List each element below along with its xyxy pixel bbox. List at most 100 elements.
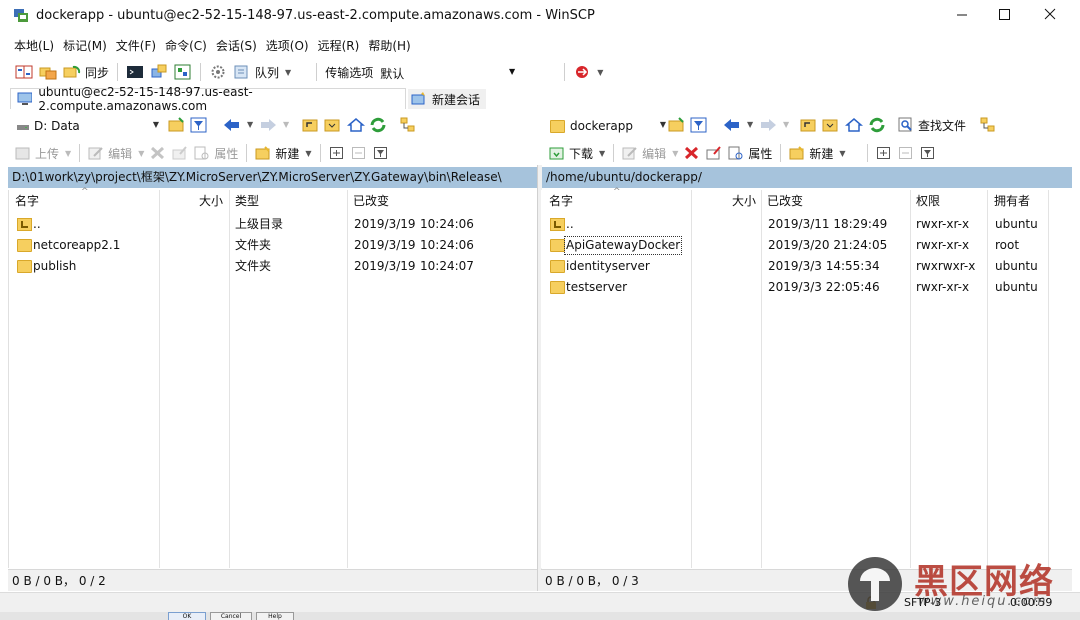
- upload-button[interactable]: 上传 ▼: [12, 142, 74, 164]
- column-header-size[interactable]: 大小: [732, 190, 756, 212]
- local-new-button[interactable]: 新建 ▼: [252, 142, 314, 164]
- remote-select-all-button[interactable]: [873, 142, 895, 164]
- remote-properties-button[interactable]: 属性: [725, 142, 775, 164]
- column-header-owner[interactable]: 拥有者: [994, 190, 1030, 212]
- table-row[interactable]: identityserver 2019/3/3 14:55:34 rwxrwxr…: [541, 256, 1072, 277]
- tree-view-icon[interactable]: [980, 117, 998, 133]
- local-filter-button[interactable]: [370, 142, 392, 164]
- local-properties-button[interactable]: 属性: [191, 142, 241, 164]
- remote-edit-button[interactable]: 编辑 ▼: [619, 142, 681, 164]
- menu-help[interactable]: 帮助(H): [368, 37, 410, 54]
- sync-icon: [63, 65, 81, 78]
- minimize-button[interactable]: [950, 4, 974, 26]
- local-select-all-button[interactable]: [326, 142, 348, 164]
- menu-options[interactable]: 选项(O): [266, 37, 309, 54]
- tree-view-icon[interactable]: [400, 117, 418, 133]
- filter-icon: [920, 147, 934, 159]
- download-button[interactable]: 下载 ▼: [546, 142, 608, 164]
- menu-bar: 本地(L) 标记(M) 文件(F) 命令(C) 会话(S) 选项(O) 远程(R…: [0, 34, 1080, 56]
- remote-file-list[interactable]: 名字 ^ 大小 已改变 权限 拥有者 .. 2019/3/11 18:29:49…: [541, 187, 1072, 568]
- menu-file[interactable]: 文件(F): [116, 37, 156, 54]
- toolbar-separator: [866, 144, 868, 162]
- back-icon[interactable]: [222, 117, 242, 133]
- filter-icon[interactable]: [190, 117, 208, 133]
- local-unselect-button[interactable]: [348, 142, 370, 164]
- chevron-down-icon[interactable]: ▼: [247, 120, 253, 129]
- putty-button[interactable]: [147, 61, 171, 83]
- remote-folder-select[interactable]: dockerapp ▼: [546, 116, 666, 136]
- remote-rename-button[interactable]: [703, 142, 725, 164]
- local-delete-button[interactable]: [147, 142, 169, 164]
- upload-icon: [15, 147, 30, 160]
- column-header-changed[interactable]: 已改变: [353, 190, 389, 212]
- root-dir-icon[interactable]: [324, 117, 342, 133]
- local-path-bar[interactable]: D:\01work\zy\project\框架\ZY.MicroServer\Z…: [8, 167, 537, 188]
- transfer-preset-select[interactable]: 默认 ▼: [378, 62, 518, 82]
- open-folder-icon[interactable]: [168, 117, 186, 133]
- column-header-name[interactable]: 名字: [15, 190, 39, 212]
- table-row[interactable]: ApiGatewayDocker 2019/3/20 21:24:05 rwxr…: [541, 235, 1072, 256]
- sync-button[interactable]: 同步: [60, 61, 112, 83]
- menu-remote[interactable]: 远程(R): [318, 37, 360, 54]
- cancel-button[interactable]: Cancel: [210, 612, 252, 620]
- chevron-down-icon[interactable]: ▼: [747, 120, 753, 129]
- column-header-rights[interactable]: 权限: [916, 190, 940, 212]
- forward-icon[interactable]: [758, 117, 778, 133]
- root-dir-icon[interactable]: [822, 117, 840, 133]
- file-name: identityserver: [566, 259, 650, 273]
- local-rename-button[interactable]: [169, 142, 191, 164]
- remote-filter-button[interactable]: [917, 142, 939, 164]
- menu-local[interactable]: 本地(L): [14, 37, 54, 54]
- download-label: 下载: [569, 146, 594, 161]
- minus-box-icon: [898, 147, 912, 159]
- column-header-name[interactable]: 名字: [549, 190, 573, 212]
- local-file-list[interactable]: 名字 ^ 大小 类型 已改变 .. 上级目录 2019/3/19 10:24:0…: [8, 187, 538, 568]
- sync-browse-button[interactable]: [36, 61, 60, 83]
- queue-button[interactable]: 队列 ▼: [230, 61, 294, 83]
- column-header-changed[interactable]: 已改变: [767, 190, 803, 212]
- ok-button[interactable]: OK: [168, 612, 206, 620]
- transfer-settings-button[interactable]: ▼: [570, 61, 606, 83]
- refresh-icon[interactable]: [369, 117, 387, 133]
- table-row[interactable]: publish 文件夹 2019/3/19 10:24:07: [9, 256, 538, 277]
- column-header-size[interactable]: 大小: [199, 190, 223, 212]
- table-row[interactable]: netcoreapp2.1 文件夹 2019/3/19 10:24:06: [9, 235, 538, 256]
- queue-settings-button[interactable]: [206, 61, 230, 83]
- terminal-button[interactable]: [123, 61, 147, 83]
- table-row[interactable]: .. 上级目录 2019/3/19 10:24:06: [9, 214, 538, 235]
- remote-new-label: 新建: [809, 146, 834, 161]
- forward-icon[interactable]: [258, 117, 278, 133]
- local-drive-select[interactable]: D: Data ▼: [12, 116, 163, 136]
- refresh-icon[interactable]: [868, 117, 886, 133]
- compare-dirs-button[interactable]: [12, 61, 36, 83]
- home-icon[interactable]: [346, 117, 366, 133]
- parent-dir-icon[interactable]: [800, 117, 818, 133]
- maximize-button[interactable]: [992, 4, 1016, 26]
- remote-delete-button[interactable]: [681, 142, 703, 164]
- watermark: 黑区网络 www.heiqu.com: [846, 552, 1076, 616]
- toolbar-separator: [200, 63, 202, 81]
- open-folder-icon[interactable]: [668, 117, 686, 133]
- preferences-button[interactable]: [171, 61, 195, 83]
- find-files-button[interactable]: 查找文件: [898, 115, 966, 135]
- parent-dir-icon[interactable]: [302, 117, 320, 133]
- remote-path-bar[interactable]: /home/ubuntu/dockerapp/: [541, 167, 1072, 188]
- home-icon[interactable]: [844, 117, 864, 133]
- remote-unselect-button[interactable]: [895, 142, 917, 164]
- table-row[interactable]: testserver 2019/3/3 22:05:46 rwxr-xr-x u…: [541, 277, 1072, 298]
- main-toolbar: 同步 队列 ▼ 传输选项 默认 ▼ ▼: [12, 60, 1072, 84]
- menu-mark[interactable]: 标记(M): [63, 37, 107, 54]
- remote-new-button[interactable]: 新建 ▼: [786, 142, 848, 164]
- filter-icon[interactable]: [690, 117, 708, 133]
- back-icon[interactable]: [722, 117, 742, 133]
- file-name: ..: [33, 217, 41, 231]
- new-session-tab[interactable]: 新建会话: [408, 89, 486, 109]
- column-header-type[interactable]: 类型: [235, 190, 259, 212]
- help-button[interactable]: Help: [256, 612, 294, 620]
- table-row[interactable]: .. 2019/3/11 18:29:49 rwxr-xr-x ubuntu: [541, 214, 1072, 235]
- local-edit-button[interactable]: 编辑 ▼: [85, 142, 147, 164]
- close-button[interactable]: [1038, 4, 1062, 26]
- session-tab[interactable]: ubuntu@ec2-52-15-148-97.us-east-2.comput…: [10, 85, 406, 113]
- menu-session[interactable]: 会话(S): [216, 37, 257, 54]
- menu-command[interactable]: 命令(C): [165, 37, 207, 54]
